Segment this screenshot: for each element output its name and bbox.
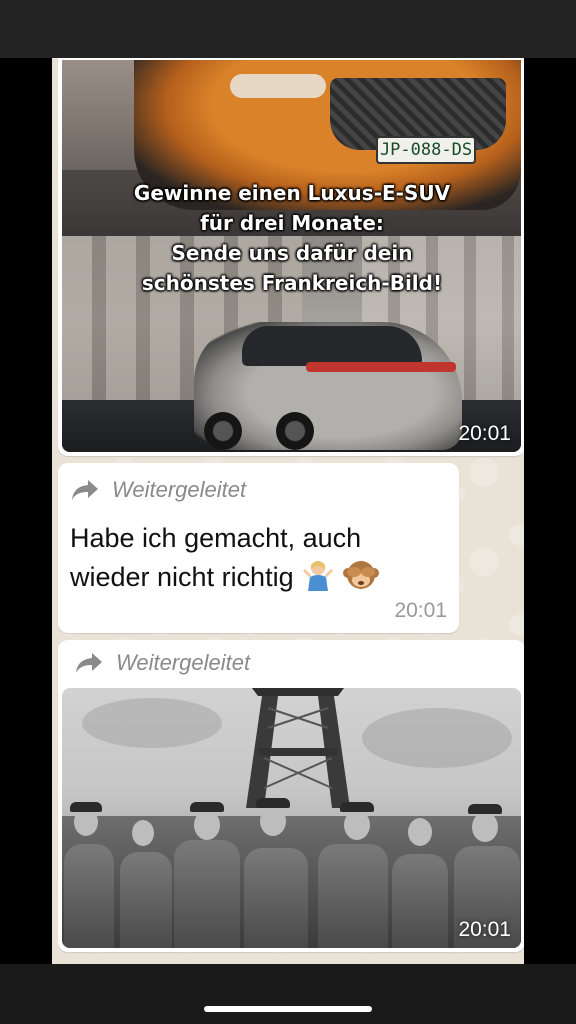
cap — [340, 802, 374, 812]
headlight — [230, 74, 326, 98]
eiffel-tower — [246, 688, 350, 808]
overlay-line-3: Sende uns dafür dein — [171, 241, 413, 265]
bottom-bar — [0, 964, 576, 1024]
right-border — [524, 0, 576, 1024]
chat-area[interactable]: JP-088-DS Gewinne einen Luxus-E-SUV für … — [52, 58, 524, 964]
person-shrugging-icon — [301, 557, 335, 601]
head — [74, 808, 98, 836]
cloud — [362, 708, 512, 768]
message-timestamp: 20:01 — [458, 422, 511, 445]
message-line-2-text: wieder nicht richtig — [70, 562, 294, 592]
head — [344, 810, 370, 840]
person — [318, 844, 388, 948]
forward-arrow-icon — [74, 651, 104, 675]
overlay-line-4: schönstes Frankreich-Bild! — [141, 271, 443, 295]
top-bar — [0, 0, 576, 58]
forward-arrow-icon — [70, 478, 100, 502]
cloud — [82, 698, 222, 748]
forwarded-indicator: Weitergeleitet — [70, 475, 447, 505]
person — [174, 840, 240, 948]
forwarded-label: Weitergeleitet — [112, 477, 247, 502]
forwarded-indicator: Weitergeleitet — [74, 648, 521, 678]
message-text: Habe ich gemacht, auch wieder nicht rich… — [70, 519, 447, 601]
person — [120, 852, 172, 948]
message-timestamp: 20:01 — [394, 599, 447, 622]
cap — [468, 804, 502, 814]
left-border — [0, 0, 52, 1024]
head — [472, 812, 498, 842]
head — [408, 818, 432, 846]
forwarded-label: Weitergeleitet — [116, 650, 251, 675]
person — [244, 848, 308, 948]
license-plate: JP-088-DS — [376, 136, 476, 164]
image-message-forwarded[interactable]: Weitergeleitet 20:01 — [58, 640, 524, 952]
head — [132, 820, 154, 846]
promo-overlay-text: Gewinne einen Luxus-E-SUV für drei Monat… — [82, 178, 502, 298]
eiffel-tower-photo[interactable]: 20:01 — [62, 688, 521, 948]
text-message-forwarded[interactable]: Weitergeleitet Habe ich gemacht, auch wi… — [58, 463, 459, 633]
wheel-front — [204, 412, 242, 450]
home-indicator[interactable] — [204, 1006, 372, 1012]
head — [260, 806, 286, 836]
group-of-officers — [62, 798, 521, 948]
cap — [190, 802, 224, 812]
grey-suv-window — [242, 326, 422, 366]
suv-promo-image[interactable]: JP-088-DS Gewinne einen Luxus-E-SUV für … — [62, 60, 521, 452]
wheel-rear — [276, 412, 314, 450]
head — [194, 810, 220, 840]
message-timestamp: 20:01 — [458, 918, 511, 941]
person — [64, 844, 114, 948]
cap — [256, 798, 290, 808]
cap — [70, 802, 102, 812]
background-building — [62, 60, 142, 170]
message-line-1: Habe ich gemacht, auch — [70, 523, 362, 553]
overlay-line-2: für drei Monate: — [200, 211, 384, 235]
overlay-line-1: Gewinne einen Luxus-E-SUV — [133, 181, 451, 205]
person — [392, 854, 448, 948]
message-line-2: wieder nicht richtig — [70, 557, 447, 601]
see-no-evil-monkey-icon — [342, 557, 379, 601]
image-message-1[interactable]: JP-088-DS Gewinne einen Luxus-E-SUV für … — [58, 58, 524, 456]
grey-suv-taillight — [306, 362, 456, 372]
